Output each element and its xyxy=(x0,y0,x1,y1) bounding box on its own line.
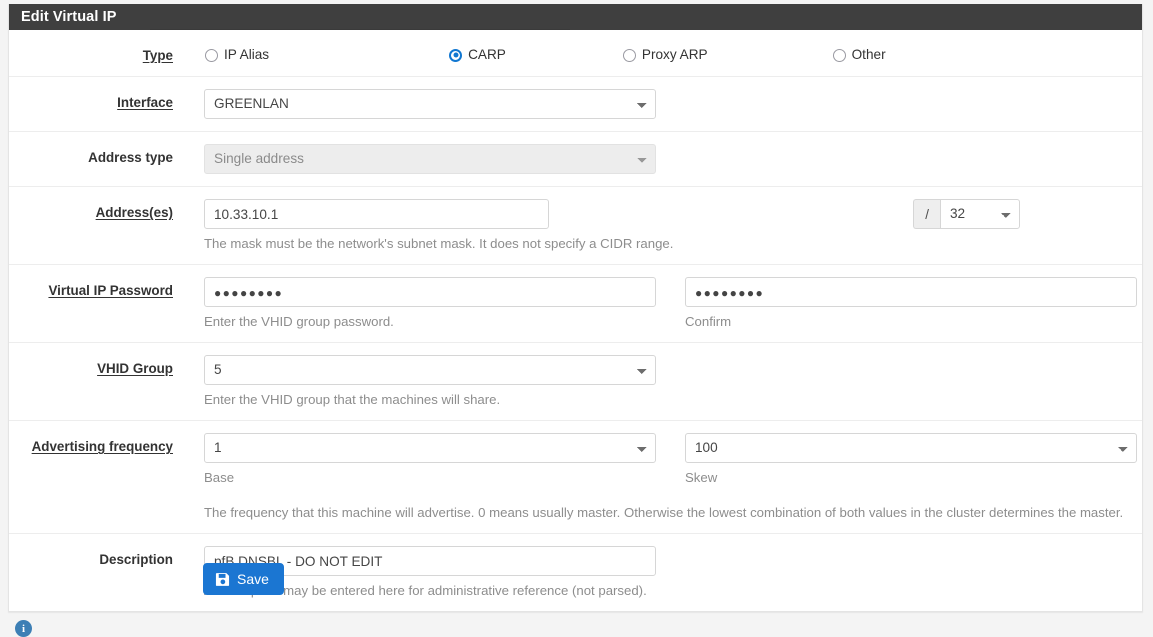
advertising-skew-select[interactable]: 100 xyxy=(685,433,1137,463)
radio-group-type: IP Alias CARP Proxy ARP Other xyxy=(204,42,1132,63)
cidr-select[interactable]: 32 xyxy=(940,199,1020,229)
form-row-advertising-frequency: Advertising frequency 1 Base 100 Skew Th… xyxy=(9,421,1142,534)
vip-password-input[interactable] xyxy=(204,277,656,307)
info-icon[interactable]: i xyxy=(15,620,32,637)
page-root: Edit Virtual IP Type IP Alias CARP Proxy… xyxy=(0,0,1153,637)
control-type: IP Alias CARP Proxy ARP Other xyxy=(173,42,1142,63)
advertising-frequency-grid: 1 Base 100 Skew xyxy=(204,433,1137,486)
label-advertising-frequency-text: Advertising frequency xyxy=(31,439,173,454)
label-advertising-frequency: Advertising frequency xyxy=(9,433,173,455)
save-button-label: Save xyxy=(237,571,269,587)
radio-option-other[interactable]: Other xyxy=(832,47,886,63)
control-address-type: Single address xyxy=(173,144,1142,174)
vip-password-help-text: Enter the VHID group password. xyxy=(204,314,394,329)
radio-label-proxy-arp: Proxy ARP xyxy=(641,47,708,62)
control-interface: GREENLAN xyxy=(173,89,1142,119)
address-input[interactable] xyxy=(204,199,549,229)
cidr-wrap: / 32 xyxy=(913,199,1020,229)
radio-label-ip-alias: IP Alias xyxy=(224,47,270,62)
addresses-help-text: The mask must be the network's subnet ma… xyxy=(204,236,674,251)
label-vip-password: Virtual IP Password xyxy=(9,277,173,299)
label-type-text: Type xyxy=(142,48,173,63)
cidr-prefix-label: / xyxy=(913,199,940,229)
advertising-skew-col: 100 Skew xyxy=(685,433,1137,486)
form-row-addresses: Address(es) / 32 xyxy=(9,187,1142,265)
form-row-vhid-group: VHID Group 5 Enter the VHID group that t… xyxy=(9,343,1142,421)
advertising-base-select[interactable]: 1 xyxy=(204,433,656,463)
radio-option-ip-alias[interactable]: IP Alias xyxy=(205,47,269,63)
radio-icon-proxy-arp[interactable] xyxy=(622,48,636,62)
vip-password-grid: Enter the VHID group password. Confirm xyxy=(204,277,1137,330)
vip-password-confirm-col: Confirm xyxy=(685,277,1137,330)
radio-icon-carp[interactable] xyxy=(449,48,463,62)
radio-label-carp: CARP xyxy=(468,47,506,62)
radio-label-other: Other xyxy=(851,47,886,62)
advertising-base-help-text: Base xyxy=(204,470,235,485)
control-vip-password: Enter the VHID group password. Confirm xyxy=(173,277,1142,330)
label-interface-text: Interface xyxy=(117,95,173,110)
save-button[interactable]: Save xyxy=(203,563,284,595)
radio-icon-other[interactable] xyxy=(832,48,846,62)
label-vip-password-text: Virtual IP Password xyxy=(48,283,173,298)
advertising-frequency-help-text: The frequency that this machine will adv… xyxy=(204,505,1124,520)
radio-option-proxy-arp[interactable]: Proxy ARP xyxy=(622,47,708,63)
address-type-field-wrap: Single address xyxy=(204,144,656,174)
label-interface: Interface xyxy=(9,89,173,111)
advertising-base-col: 1 Base xyxy=(204,433,656,486)
radio-icon-ip-alias[interactable] xyxy=(205,48,218,62)
label-vhid-group: VHID Group xyxy=(9,355,173,377)
addresses-line: / 32 xyxy=(204,199,1132,229)
panel-title: Edit Virtual IP xyxy=(9,4,1142,30)
form-row-type: Type IP Alias CARP Proxy ARP Other xyxy=(9,30,1142,77)
address-type-select: Single address xyxy=(204,144,656,174)
interface-field-wrap: GREENLAN xyxy=(204,89,656,119)
control-advertising-frequency: 1 Base 100 Skew The frequency that this … xyxy=(173,433,1142,521)
vhid-group-select[interactable]: 5 xyxy=(204,355,656,385)
radio-option-carp[interactable]: CARP xyxy=(449,47,506,63)
label-address-type: Address type xyxy=(9,144,173,166)
info-icon-glyph: i xyxy=(21,622,26,635)
label-address-type-text: Address type xyxy=(88,150,173,165)
form-row-address-type: Address type Single address xyxy=(9,132,1142,187)
form-body: Type IP Alias CARP Proxy ARP Other Inter… xyxy=(9,30,1142,611)
form-footer: Save xyxy=(8,563,1143,595)
control-vhid-group: 5 Enter the VHID group that the machines… xyxy=(173,355,1142,408)
label-vhid-group-text: VHID Group xyxy=(97,361,173,376)
vhid-group-help-text: Enter the VHID group that the machines w… xyxy=(204,392,501,407)
vhid-group-col: 5 Enter the VHID group that the machines… xyxy=(204,355,656,408)
save-icon xyxy=(215,572,230,587)
cidr-input-group: / 32 xyxy=(913,199,1020,229)
interface-select[interactable]: GREENLAN xyxy=(204,89,656,119)
form-row-interface: Interface GREENLAN xyxy=(9,77,1142,132)
label-addresses-text: Address(es) xyxy=(95,205,173,220)
form-row-vip-password: Virtual IP Password Enter the VHID group… xyxy=(9,265,1142,343)
control-addresses: / 32 The mask must be the network's subn… xyxy=(173,199,1142,252)
vip-password-col: Enter the VHID group password. xyxy=(204,277,656,330)
label-addresses: Address(es) xyxy=(9,199,173,221)
label-type: Type xyxy=(9,42,173,64)
vip-password-confirm-input[interactable] xyxy=(685,277,1137,307)
vip-password-confirm-help-text: Confirm xyxy=(685,314,732,329)
advertising-skew-help-text: Skew xyxy=(685,470,718,485)
edit-virtual-ip-panel: Edit Virtual IP Type IP Alias CARP Proxy… xyxy=(8,4,1143,612)
